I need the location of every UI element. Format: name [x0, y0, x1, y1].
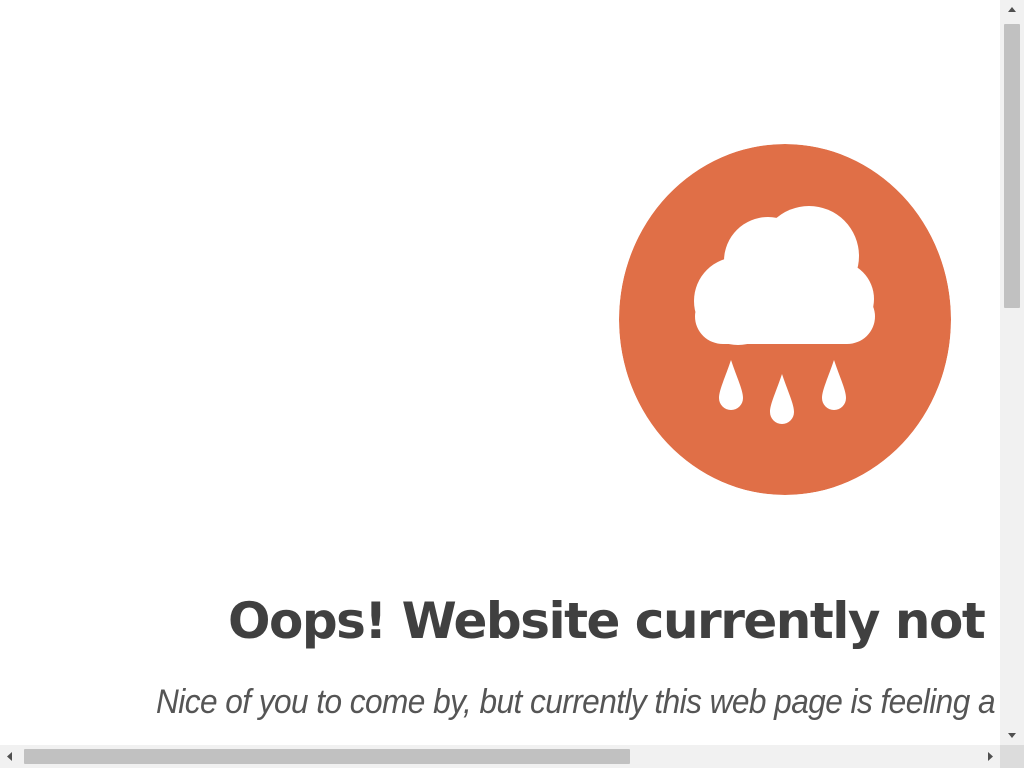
vertical-scrollbar[interactable]	[1000, 0, 1024, 745]
scroll-right-arrow-icon[interactable]	[980, 745, 1000, 768]
page-title: Oops! Website currently not available	[228, 592, 1000, 650]
scroll-left-arrow-icon[interactable]	[0, 745, 20, 768]
horizontal-scrollbar-thumb[interactable]	[24, 749, 630, 764]
vertical-scrollbar-thumb[interactable]	[1004, 24, 1020, 308]
page-viewport: Oops! Website currently not available Ni…	[0, 0, 1000, 745]
scroll-up-arrow-icon[interactable]	[1000, 0, 1024, 20]
scrollbar-corner	[1000, 745, 1024, 768]
error-page-content: Oops! Website currently not available Ni…	[0, 0, 1000, 745]
horizontal-scrollbar[interactable]	[0, 745, 1000, 768]
page-subtitle: Nice of you to come by, but currently th…	[156, 683, 1000, 721]
weather-badge	[619, 144, 951, 495]
scroll-down-arrow-icon[interactable]	[1000, 725, 1024, 745]
rain-cloud-icon	[619, 144, 951, 495]
